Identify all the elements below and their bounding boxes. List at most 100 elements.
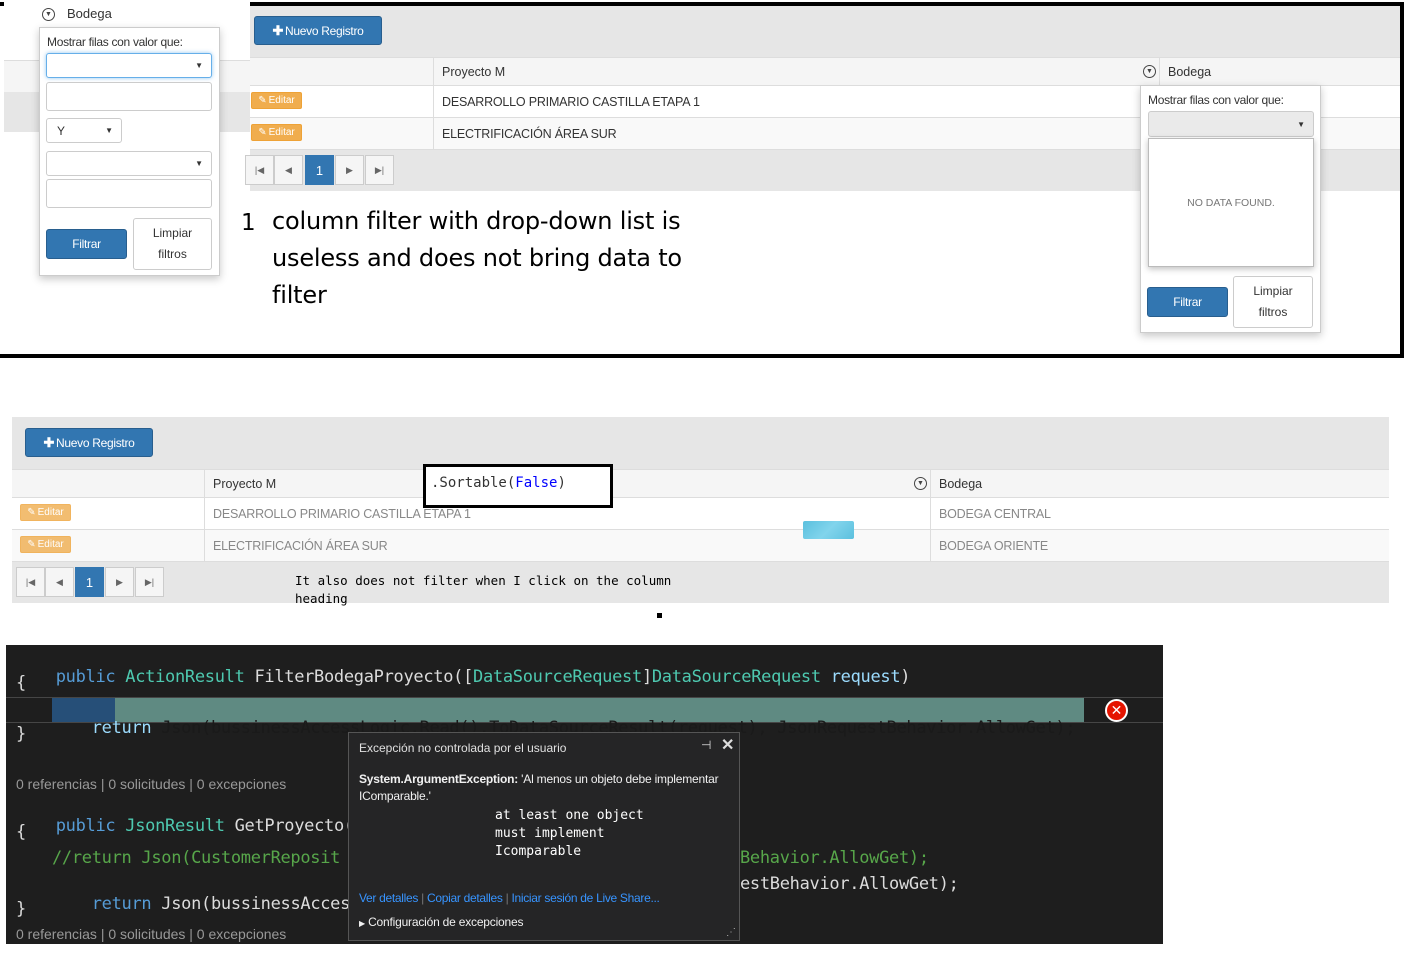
left-operator-select-2[interactable]: ▼ <box>46 151 212 176</box>
left-filter-button[interactable]: Filtrar <box>46 229 127 259</box>
panel1-toolbar <box>250 6 1400 57</box>
right-dropdown-list[interactable]: NO DATA FOUND. <box>1148 138 1314 267</box>
right-clear-label-2: filtros <box>1258 305 1288 319</box>
edit-button[interactable]: ✎ Editar <box>20 536 71 553</box>
code-line-6: { <box>16 822 26 842</box>
translation-line-2: must implement <box>495 826 605 841</box>
error-icon[interactable]: ✕ <box>1105 699 1128 722</box>
translation-line-1: at least one object <box>495 808 644 823</box>
edit-label: Editar <box>37 539 64 550</box>
right-clear-button[interactable]: Limpiar filtros <box>1233 276 1313 328</box>
left-clear-label-2: filtros <box>158 247 187 261</box>
left-logic-select[interactable]: Y ▼ <box>46 118 122 143</box>
pin-icon[interactable]: ⊣ <box>701 738 711 752</box>
type: DataSourceRequest <box>651 667 821 687</box>
code-editor: public ActionResult FilterBodegaProyecto… <box>6 645 1163 944</box>
new-record-button-2[interactable]: ✚ Nuevo Registro <box>25 428 153 457</box>
table-row: ✎ Editar ELECTRIFICACIÓN ÁREA SUR BODEGA … <box>12 530 1389 562</box>
exception-popup: Excepción no controlada por el usuario ⊣… <box>348 732 740 941</box>
header-warehouse[interactable]: Bodega <box>1159 58 1400 85</box>
new-record-button[interactable]: ✚ Nuevo Registro <box>254 16 382 45</box>
sortable-suffix: ) <box>557 475 566 491</box>
panel2: ✚ Nuevo Registro Proyecto M ▼ Bodega ✎ Ed… <box>12 417 1389 606</box>
edit-button[interactable]: ✎ Editar <box>251 124 302 141</box>
chevron-down-icon: ▼ <box>1297 119 1305 129</box>
header-warehouse-label-2: Bodega <box>939 476 983 491</box>
pager-first-button[interactable]: |◀ <box>245 155 274 185</box>
type: JsonResult <box>125 816 225 836</box>
edit-button[interactable]: ✎ Editar <box>20 504 71 521</box>
kw: public <box>55 667 116 687</box>
loading-indicator <box>803 521 854 539</box>
dot-marker <box>657 613 662 618</box>
edit-icon: ✎ <box>258 95 267 106</box>
next-page-icon: ▶ <box>346 164 353 175</box>
kw: public <box>55 816 116 836</box>
code-line-7: //return Json(CustomerReposit <box>52 848 341 868</box>
pager-next-button[interactable]: ▶ <box>335 155 364 185</box>
code-line-5: public JsonResult GetProyecto(str <box>16 796 384 856</box>
pager-prev-button[interactable]: ◀ <box>274 155 303 185</box>
plus-icon: ✚ <box>272 22 284 38</box>
panel2-grid-header: Proyecto M ▼ Bodega <box>12 469 1389 498</box>
close-icon[interactable]: ✕ <box>721 735 734 755</box>
last-page-icon: ▶| <box>374 164 385 175</box>
left-value-input-2[interactable] <box>46 179 212 208</box>
cell-project: DESARROLLO PRIMARIO CASTILLA ETAPA 1 <box>433 86 1159 117</box>
exception-type: System.ArgumentException: <box>359 772 519 786</box>
expand-triangle-icon: ▶ <box>359 919 365 928</box>
header-warehouse-2[interactable]: Bodega <box>930 470 1389 497</box>
pager-first-button-2[interactable]: |◀ <box>16 567 45 597</box>
copy-details-link[interactable]: Copiar detalles <box>427 891 503 905</box>
pager-current-page[interactable]: 1 <box>305 155 334 185</box>
exception-title: Excepción no controlada por el usuario <box>359 741 567 755</box>
left-logic-value: Y <box>57 123 66 138</box>
edit-label: Editar <box>268 127 295 138</box>
pager-last-button-2[interactable]: ▶| <box>135 567 164 597</box>
edit-label: Editar <box>37 507 64 518</box>
right-popup-label: Mostrar filas con valor que: <box>1148 93 1284 107</box>
new-record-label: Nuevo Registro <box>285 23 364 38</box>
view-details-link[interactable]: Ver detalles <box>359 891 418 905</box>
next-page-icon: ▶ <box>116 576 123 587</box>
right-filter-button[interactable]: Filtrar <box>1147 287 1228 317</box>
last-page-icon: ▶| <box>144 576 155 587</box>
panel1: ▼ Bodega ✚ Nuevo Registro Proyecto M ▼ B… <box>0 0 1404 358</box>
header-project[interactable]: Proyecto M <box>433 58 1159 85</box>
annotation-number: 1 <box>241 210 256 236</box>
table-row: ✎ Editar DESARROLLO PRIMARIO CASTILLA ETA… <box>12 498 1389 530</box>
punct: ] <box>641 667 652 687</box>
exception-links: Ver detalles | Copiar detalles | Iniciar… <box>359 891 660 905</box>
left-header-strip <box>4 0 250 28</box>
pager-last-button[interactable]: ▶| <box>365 155 394 185</box>
left-clear-button[interactable]: Limpiar filtros <box>133 218 212 270</box>
exception-settings[interactable]: ▶ Configuración de excepciones <box>359 915 523 929</box>
edit-button[interactable]: ✎ Editar <box>251 92 302 109</box>
left-value-input-1[interactable] <box>46 82 212 111</box>
chevron-down-icon: ▼ <box>105 126 113 135</box>
panel1-grid-header: Proyecto M ▼ Bodega <box>250 57 1400 86</box>
panel2-note: It also does not filter when I click on … <box>295 573 672 606</box>
pager-next-button-2[interactable]: ▶ <box>105 567 134 597</box>
pager-prev-button-2[interactable]: ◀ <box>45 567 74 597</box>
param: request <box>820 667 901 687</box>
header-warehouse-filter-icon-2[interactable]: ▼ <box>914 477 927 490</box>
first-page-icon: |◀ <box>25 576 36 587</box>
code-line-4: } <box>16 724 26 744</box>
translation-note: at least one object must implement Icomp… <box>495 807 644 861</box>
pager-current-page-2[interactable]: 1 <box>75 567 104 597</box>
code-lens-1[interactable]: 0 referencias | 0 solicitudes | 0 excepc… <box>16 776 286 792</box>
left-column-title[interactable]: Bodega <box>67 6 112 21</box>
edit-icon: ✎ <box>27 539 36 550</box>
live-share-link[interactable]: Iniciar sesión de Live Share... <box>511 891 659 905</box>
right-operator-select[interactable]: ▼ <box>1148 111 1314 137</box>
resize-grip-icon[interactable]: ⋰ <box>726 927 736 938</box>
kw: return <box>91 718 152 738</box>
code-lens-2[interactable]: 0 referencias | 0 solicitudes | 0 excepc… <box>16 926 286 942</box>
no-data-message: NO DATA FOUND. <box>1187 196 1275 209</box>
header-warehouse-filter-icon[interactable]: ▼ <box>1143 65 1156 78</box>
left-operator-select[interactable]: ▼ <box>46 53 212 78</box>
code-line-8-tail: estBehavior.AllowGet); <box>740 874 959 894</box>
plus-icon: ✚ <box>43 434 55 450</box>
left-filter-icon[interactable]: ▼ <box>42 8 55 21</box>
